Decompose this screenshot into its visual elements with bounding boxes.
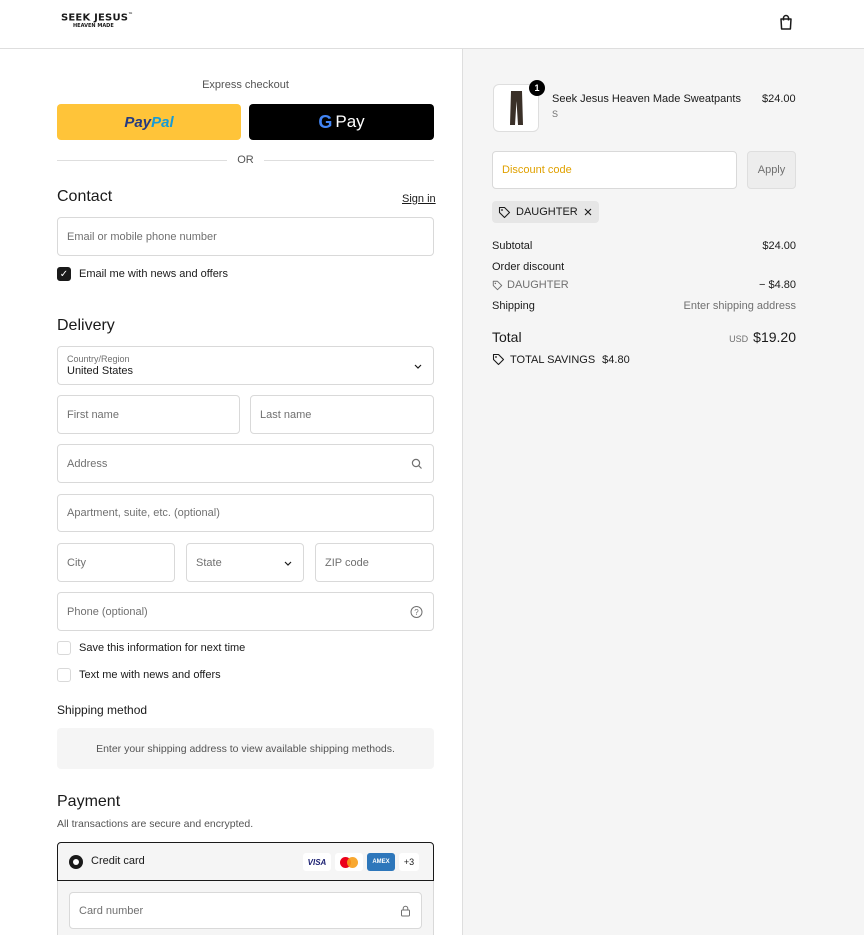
discount-code-line: DAUGHTER [507,279,569,291]
discount-value: − $4.80 [758,279,796,291]
quantity-badge: 1 [529,80,545,96]
address-placeholder: Address [67,457,108,470]
state-placeholder: State [196,556,222,569]
search-icon [411,458,423,470]
delivery-heading: Delivery [57,317,115,334]
card-brand-icons: VISA AMEX +3 [303,853,419,871]
savings-value: $4.80 [602,353,630,366]
state-select[interactable]: State [186,543,304,582]
savings-label: TOTAL SAVINGS [510,353,596,366]
email-news-checkbox[interactable]: ✓ [57,267,71,281]
header: SEEK JESUS™ HEAVEN MADE [0,0,864,49]
email-news-option[interactable]: ✓ Email me with news and offers [57,267,228,281]
card-number-placeholder: Card number [79,904,144,917]
subtotal-value: $24.00 [762,240,796,252]
chevron-down-icon [283,558,293,568]
google-g-icon: G [318,111,333,132]
shopping-bag-icon[interactable] [777,13,795,31]
payment-heading: Payment [57,793,121,810]
gpay-text: Pay [335,112,365,131]
credit-card-label: Credit card [91,855,145,867]
logo-line1: SEEK JESUS [61,12,129,24]
payment-subtitle: All transactions are secure and encrypte… [57,818,254,830]
product-variant: S [552,109,559,119]
amex-icon: AMEX [367,853,395,871]
total-savings: TOTAL SAVINGS $4.80 [492,353,630,366]
city-field[interactable]: City [57,543,175,582]
text-news-label: Text me with news and offers [79,669,221,681]
paypal-text-2: Pal [151,113,174,131]
order-discount-row: Order discount [492,261,796,273]
phone-field[interactable]: Phone (optional) ? [57,592,434,631]
subtotal-label: Subtotal [492,240,533,252]
sign-in-link[interactable]: Sign in [402,193,436,205]
text-news-option[interactable]: Text me with news and offers [57,668,221,682]
card-number-field[interactable]: Card number [69,892,422,929]
store-logo[interactable]: SEEK JESUS™ HEAVEN MADE [61,13,133,29]
address-field[interactable]: Address [57,444,434,483]
total-label: Total [492,329,522,345]
zip-field[interactable]: ZIP code [315,543,434,582]
google-pay-button[interactable]: G Pay [249,104,434,140]
phone-placeholder: Phone (optional) [67,605,148,618]
email-field[interactable]: Email or mobile phone number [57,217,434,256]
email-news-label: Email me with news and offers [79,268,228,280]
apply-button[interactable]: Apply [747,151,796,189]
save-info-option[interactable]: Save this information for next time [57,641,245,655]
more-cards-count: +3 [399,853,419,871]
save-info-label: Save this information for next time [79,642,246,654]
paypal-text-1: Pay [124,113,152,131]
logo-line2: HEAVEN MADE [73,23,114,30]
shipping-value: Enter shipping address [683,300,796,312]
shipping-row: Shipping Enter shipping address [492,300,796,312]
subtotal-row: Subtotal $24.00 [492,240,796,252]
mastercard-icon [335,853,363,871]
paypal-button[interactable]: Pay Pal [57,104,241,140]
product-price: $24.00 [762,93,796,105]
text-news-checkbox[interactable] [57,668,71,682]
chevron-down-icon [413,361,423,371]
shipping-method-heading: Shipping method [57,703,148,717]
card-details-area: Card number [57,881,434,935]
or-divider: OR [57,154,434,168]
lock-icon [400,905,411,917]
shipping-method-message: Enter your shipping address to view avai… [57,728,434,769]
remove-discount-icon[interactable] [583,207,593,217]
credit-card-radio[interactable] [69,855,83,869]
shipping-label: Shipping [492,300,535,312]
tag-icon [492,353,505,366]
first-name-field[interactable]: First name [57,395,240,434]
country-select[interactable]: Country/Region United States [57,346,434,385]
save-info-checkbox[interactable] [57,641,71,655]
help-icon[interactable]: ? [410,605,423,618]
order-discount-label: Order discount [492,261,565,273]
svg-text:?: ? [414,607,419,616]
express-checkout-label: Express checkout [202,79,289,91]
applied-discount-code: DAUGHTER [516,206,578,218]
contact-heading: Contact [57,188,113,205]
sweatpants-image [510,91,523,125]
tag-icon [492,280,503,291]
total-row: Total USD $19.20 [492,329,796,345]
or-text: OR [229,154,262,166]
credit-card-option[interactable]: Credit card VISA AMEX +3 [57,842,434,881]
tag-icon [498,206,511,219]
applied-discount-chip: DAUGHTER [492,201,599,223]
last-name-field[interactable]: Last name [250,395,434,434]
country-value: United States [67,365,134,377]
discount-code-field[interactable]: Discount code [492,151,737,189]
product-name: Seek Jesus Heaven Made Sweatpants [552,93,741,105]
currency-code: USD [729,334,749,344]
visa-icon: VISA [303,853,331,871]
discount-line-row: DAUGHTER − $4.80 [492,279,796,291]
total-value: $19.20 [753,329,796,345]
logo-tm: ™ [128,12,134,18]
country-label: Country/Region [67,354,130,364]
apartment-field[interactable]: Apartment, suite, etc. (optional) [57,494,434,532]
